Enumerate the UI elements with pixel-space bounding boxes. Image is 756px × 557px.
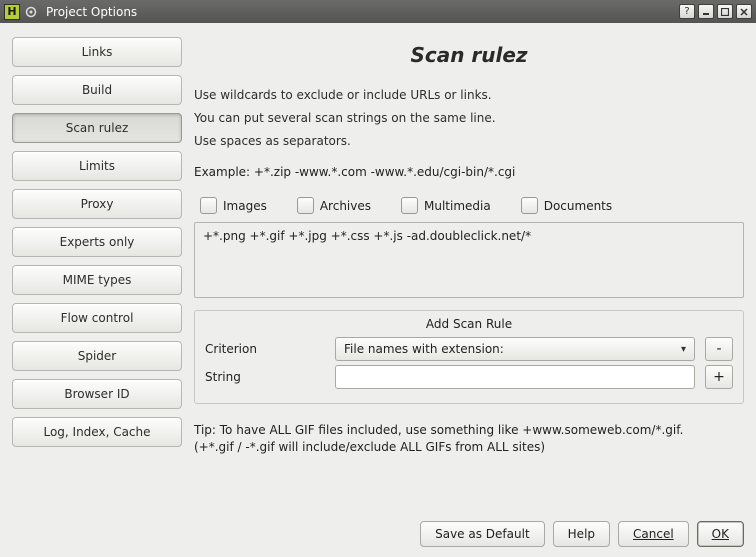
checkbox-label: Archives: [320, 199, 371, 213]
sidebar-item-limits[interactable]: Limits: [12, 151, 182, 181]
sidebar-item-label: Build: [82, 83, 112, 97]
help-button[interactable]: Help: [553, 521, 610, 547]
help-button[interactable]: ?: [679, 4, 695, 19]
window-menu-icon[interactable]: [24, 5, 38, 19]
group-title: Add Scan Rule: [205, 317, 733, 331]
criterion-select[interactable]: File names with extension: ▾: [335, 337, 695, 361]
sidebar-item-scan-rulez[interactable]: Scan rulez: [12, 113, 182, 143]
add-rule-button[interactable]: +: [705, 365, 733, 389]
minimize-button[interactable]: [698, 4, 714, 19]
sidebar-item-proxy[interactable]: Proxy: [12, 189, 182, 219]
sidebar-item-label: MIME types: [63, 273, 132, 287]
sidebar-item-label: Proxy: [81, 197, 114, 211]
add-scan-rule-group: Add Scan Rule Criterion File names with …: [194, 310, 744, 404]
sidebar-item-mime-types[interactable]: MIME types: [12, 265, 182, 295]
main-panel: Scan rulez Use wildcards to exclude or i…: [194, 33, 744, 511]
checkbox-box: [401, 197, 418, 214]
chevron-down-icon: ▾: [681, 344, 686, 355]
checkbox-label: Images: [223, 199, 267, 213]
sidebar-item-experts-only[interactable]: Experts only: [12, 227, 182, 257]
button-label: Help: [568, 527, 595, 541]
sidebar-item-label: Flow control: [61, 311, 134, 325]
maximize-button[interactable]: [717, 4, 733, 19]
sidebar-item-label: Browser ID: [64, 387, 129, 401]
checkbox-box: [200, 197, 217, 214]
checkbox-label: Multimedia: [424, 199, 491, 213]
criterion-label: Criterion: [205, 342, 325, 356]
string-input[interactable]: [335, 365, 695, 389]
tip-line: Tip: To have ALL GIF files included, use…: [194, 423, 683, 437]
sidebar-item-label: Experts only: [60, 235, 135, 249]
tip-line: (+*.gif / -*.gif will include/exclude AL…: [194, 440, 545, 454]
app-icon: H: [4, 4, 20, 20]
dialog-footer: Save as Default Help Cancel OK: [12, 511, 744, 547]
sidebar-item-spider[interactable]: Spider: [12, 341, 182, 371]
sidebar-item-log-index-cache[interactable]: Log, Index, Cache: [12, 417, 182, 447]
checkbox-archives[interactable]: Archives: [297, 197, 371, 214]
example-text: Example: +*.zip -www.*.com -www.*.edu/cg…: [194, 165, 744, 179]
save-as-default-button[interactable]: Save as Default: [420, 521, 545, 547]
remove-rule-button[interactable]: -: [705, 337, 733, 361]
window-body: Links Build Scan rulez Limits Proxy Expe…: [0, 23, 756, 557]
description-line: Use wildcards to exclude or include URLs…: [194, 87, 744, 104]
filter-checkbox-row: Images Archives Multimedia Documents: [194, 193, 744, 218]
sidebar-item-label: Spider: [78, 349, 117, 363]
sidebar-item-flow-control[interactable]: Flow control: [12, 303, 182, 333]
checkbox-box: [521, 197, 538, 214]
sidebar-item-browser-id[interactable]: Browser ID: [12, 379, 182, 409]
titlebar: H Project Options ?: [0, 0, 756, 23]
sidebar-item-label: Links: [82, 45, 113, 59]
button-label: OK: [712, 527, 729, 541]
close-button[interactable]: [736, 4, 752, 19]
scan-rules-textarea[interactable]: [194, 222, 744, 298]
checkbox-images[interactable]: Images: [200, 197, 267, 214]
tip-text: Tip: To have ALL GIF files included, use…: [194, 422, 744, 456]
criterion-select-value: File names with extension:: [344, 342, 504, 356]
sidebar-item-links[interactable]: Links: [12, 37, 182, 67]
sidebar-item-label: Log, Index, Cache: [43, 425, 150, 439]
description-line: You can put several scan strings on the …: [194, 110, 744, 127]
window-title: Project Options: [46, 5, 137, 19]
checkbox-documents[interactable]: Documents: [521, 197, 612, 214]
checkbox-box: [297, 197, 314, 214]
window-controls: ?: [679, 4, 752, 19]
sidebar-item-label: Scan rulez: [66, 121, 129, 135]
ok-button[interactable]: OK: [697, 521, 744, 547]
sidebar: Links Build Scan rulez Limits Proxy Expe…: [12, 33, 182, 511]
button-label: Cancel: [633, 527, 674, 541]
sidebar-item-label: Limits: [79, 159, 115, 173]
sidebar-item-build[interactable]: Build: [12, 75, 182, 105]
description-line: Use spaces as separators.: [194, 133, 744, 150]
string-label: String: [205, 370, 325, 384]
cancel-button[interactable]: Cancel: [618, 521, 689, 547]
checkbox-label: Documents: [544, 199, 612, 213]
checkbox-multimedia[interactable]: Multimedia: [401, 197, 491, 214]
page-title: Scan rulez: [194, 43, 744, 67]
button-label: Save as Default: [435, 527, 530, 541]
